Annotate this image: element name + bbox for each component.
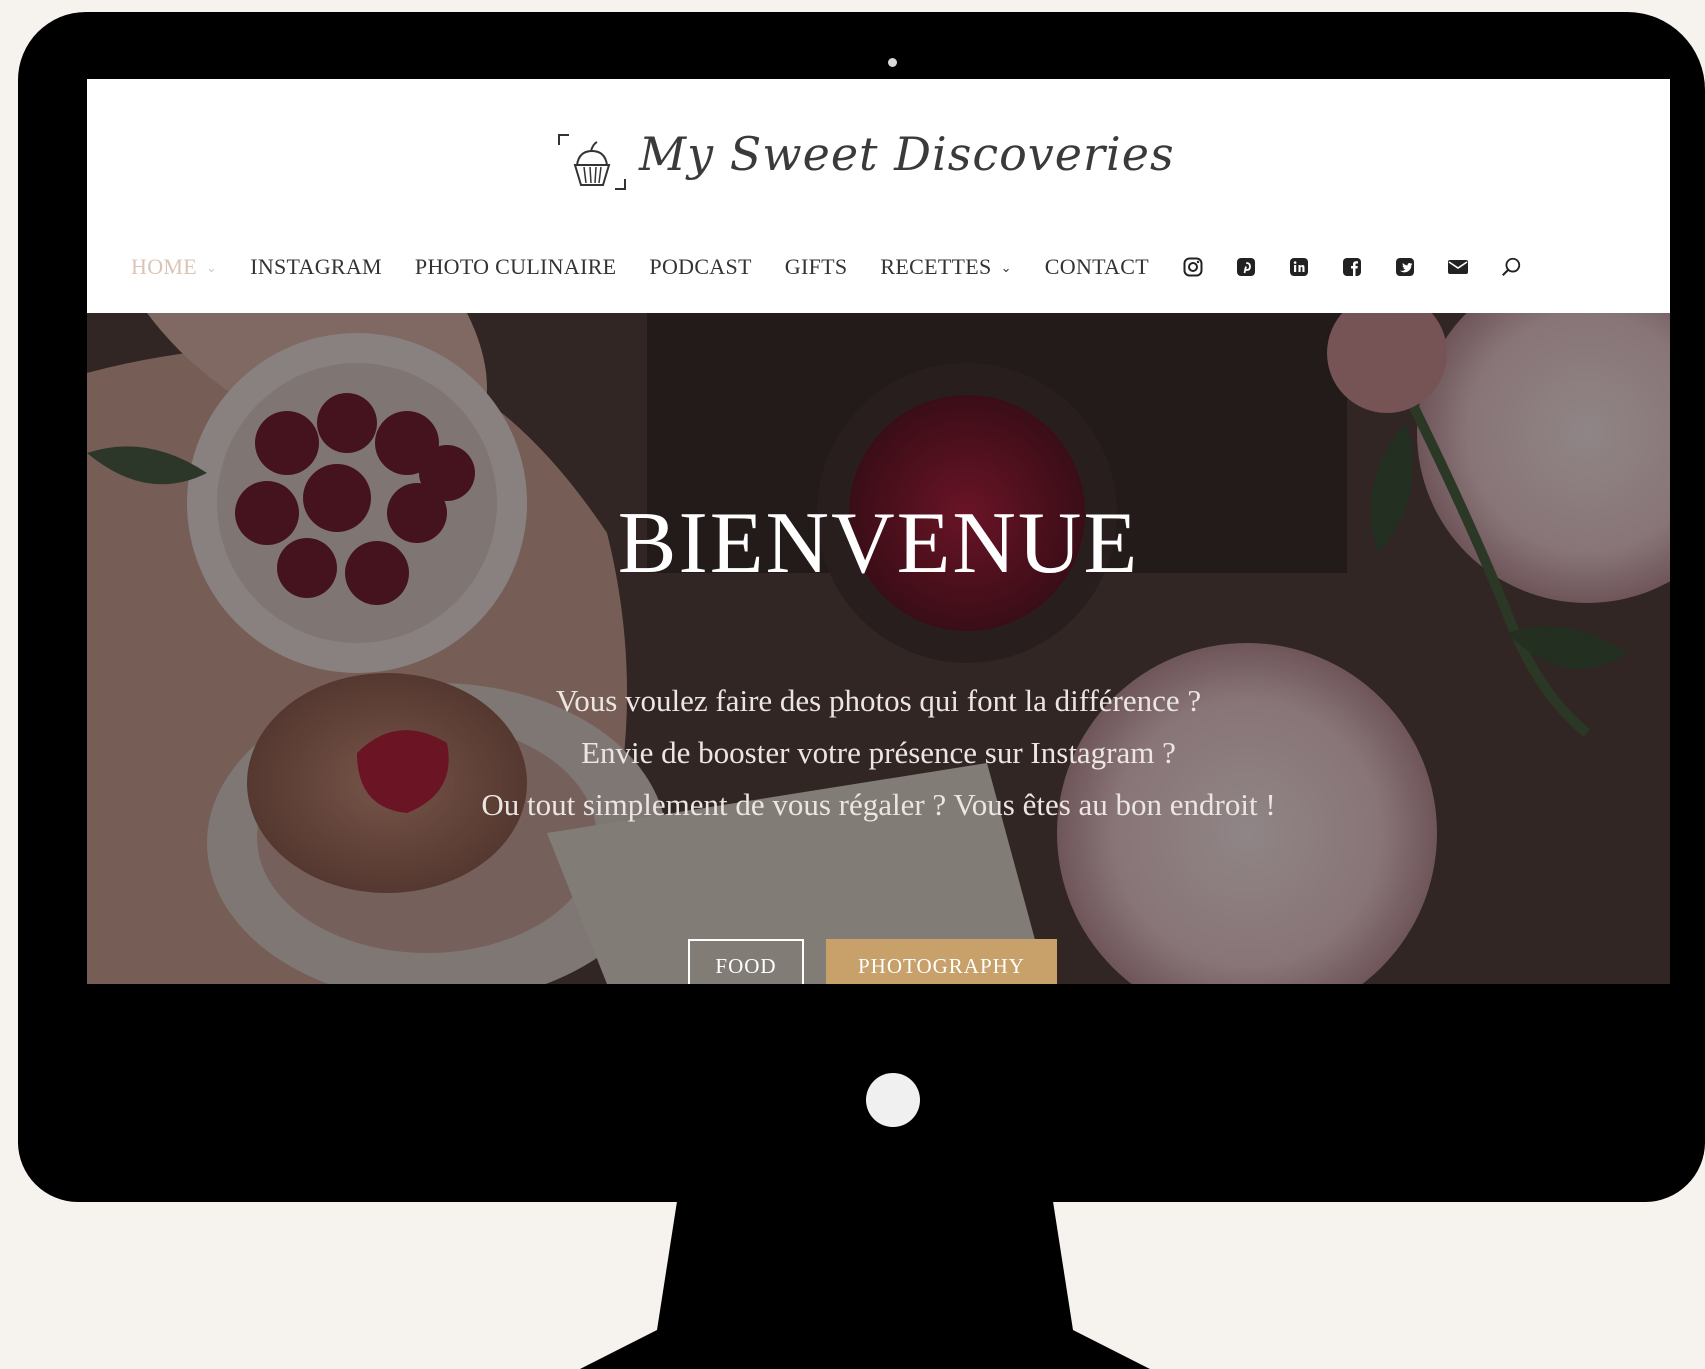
hero-line: Envie de booster votre présence sur Inst… xyxy=(581,735,1176,770)
hero-line: Vous voulez faire des photos qui font la… xyxy=(555,683,1202,718)
nav-item-instagram[interactable]: INSTAGRAM xyxy=(250,254,382,280)
hero-overlay xyxy=(87,313,1670,984)
cupcake-logo-icon xyxy=(558,134,626,190)
nav-item-label: PHOTO CULINAIRE xyxy=(414,254,617,279)
camera-icon xyxy=(888,58,897,67)
nav-item-label: CONTACT xyxy=(1044,254,1150,279)
instagram-icon[interactable] xyxy=(1182,256,1204,278)
logo-text: My Sweet Discoveries xyxy=(639,127,1175,181)
search-icon[interactable] xyxy=(1500,256,1522,278)
hero-subtitle: Vous voulez faire des photos qui font la… xyxy=(87,675,1670,831)
nav-item-podcast[interactable]: PODCAST xyxy=(649,254,751,280)
nav-item-recettes[interactable]: RECETTES ⌄ xyxy=(880,254,1011,280)
monitor-button xyxy=(866,1073,920,1127)
chevron-down-icon: ⌄ xyxy=(205,260,218,275)
chevron-down-icon: ⌄ xyxy=(1000,260,1012,275)
hero-section: BIENVENUE Vous voulez faire des photos q… xyxy=(87,313,1670,984)
nav-item-label: RECETTES xyxy=(880,254,992,279)
website-screen: My Sweet Discoveries HOME ⌄ INSTAGRAM PH… xyxy=(87,79,1670,984)
nav-item-label: HOME xyxy=(131,254,197,279)
nav-item-label: INSTAGRAM xyxy=(250,254,382,279)
photography-button[interactable]: PHOTOGRAPHY xyxy=(826,939,1057,984)
site-header: My Sweet Discoveries HOME ⌄ INSTAGRAM PH… xyxy=(87,79,1670,313)
nav-item-label: PODCAST xyxy=(649,254,752,279)
email-icon[interactable] xyxy=(1447,256,1469,278)
nav-item-gifts[interactable]: GIFTS xyxy=(785,254,848,280)
social-links xyxy=(1182,256,1553,278)
twitter-icon[interactable] xyxy=(1394,256,1416,278)
food-button[interactable]: FOOD xyxy=(688,939,804,984)
hero-buttons: FOOD PHOTOGRAPHY xyxy=(87,939,1670,984)
linkedin-icon[interactable] xyxy=(1288,256,1310,278)
nav-item-photo-culinaire[interactable]: PHOTO CULINAIRE xyxy=(415,254,616,280)
hero-line: Ou tout simplement de vous régaler ? Vou… xyxy=(481,787,1276,822)
facebook-icon[interactable] xyxy=(1341,256,1363,278)
main-navigation: HOME ⌄ INSTAGRAM PHOTO CULINAIRE PODCAST… xyxy=(131,247,1651,287)
hero-title: BIENVENUE xyxy=(617,495,1140,592)
nav-item-home[interactable]: HOME ⌄ xyxy=(131,254,217,280)
site-logo[interactable]: My Sweet Discoveries xyxy=(547,117,1247,207)
pinterest-icon[interactable] xyxy=(1235,256,1257,278)
nav-item-contact[interactable]: CONTACT xyxy=(1045,254,1149,280)
nav-item-label: GIFTS xyxy=(784,254,848,279)
